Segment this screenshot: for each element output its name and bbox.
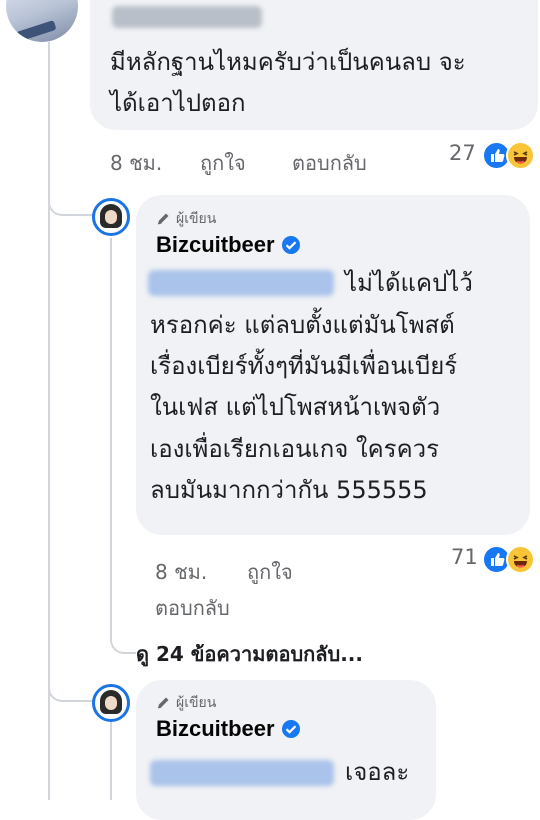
author-badge-label: ผู้เขียน [176,695,217,711]
author-name-label[interactable]: Bizcuitbeer [156,232,275,258]
like-button[interactable]: ถูกใจ [247,556,293,588]
reply-text: เรื่องเบียร์ทั้งๆที่มันมีเพื่อนเบียร์ [150,352,458,380]
author-name-label[interactable]: Bizcuitbeer [156,716,275,742]
reply-text: ลบมันมากกว่ากัน 555555 [150,476,428,504]
thread-line-reply1 [110,238,112,642]
view-more-replies-link[interactable]: ดู 24 ข้อความตอบกลับ... [136,638,363,670]
pencil-icon [157,697,169,709]
comment-time[interactable]: 8 ชม. [110,147,162,179]
comment-text: มีหลักฐานไหมครับว่าเป็นคนลบ จะ [110,48,466,76]
reply-text: เองเพื่อเรียกเอนเกจ ใครควร [150,435,439,463]
thread-connector-reply1 [48,160,94,216]
thread-line-reply2 [110,722,112,800]
haha-icon[interactable] [506,545,535,574]
author-name[interactable]: Bizcuitbeer [156,232,301,258]
verified-badge-icon [281,236,300,254]
comment-text: ได้เอาไปตอก [110,89,246,117]
thread-connector-reply2 [48,640,94,702]
mention-tag-redacted[interactable] [150,760,334,786]
verified-badge-icon [281,720,300,738]
author-name[interactable]: Bizcuitbeer [156,716,301,742]
reply-button[interactable]: ตอบกลับ [155,592,230,624]
thread-connector-view-more [110,600,136,654]
author-avatar[interactable] [92,684,130,722]
commenter-name-redacted[interactable] [112,6,262,28]
author-badge: ผู้เขียน [156,208,216,230]
mention-tag-redacted[interactable] [148,270,334,296]
author-avatar[interactable] [92,198,130,236]
reaction-count[interactable]: 71 [451,545,478,569]
reply-text: ไม่ได้แคปไว้ [345,269,473,297]
reply-text: ในเฟส แต่ไปโพสหน้าเพจตัว [150,393,441,421]
reaction-count[interactable]: 27 [449,141,476,165]
haha-icon[interactable] [506,141,535,170]
like-button[interactable]: ถูกใจ [200,147,246,179]
reply-text: เจอละ [345,758,410,786]
reply-time[interactable]: 8 ชม. [155,556,207,588]
author-badge: ผู้เขียน [156,692,216,714]
commenter-avatar[interactable] [6,0,78,42]
reply-button[interactable]: ตอบกลับ [292,147,367,179]
reply-text: หรอกค่ะ แต่ลบตั้งแต่มันโพสต์ [150,311,455,339]
pencil-icon [157,213,169,225]
author-badge-label: ผู้เขียน [176,211,217,227]
